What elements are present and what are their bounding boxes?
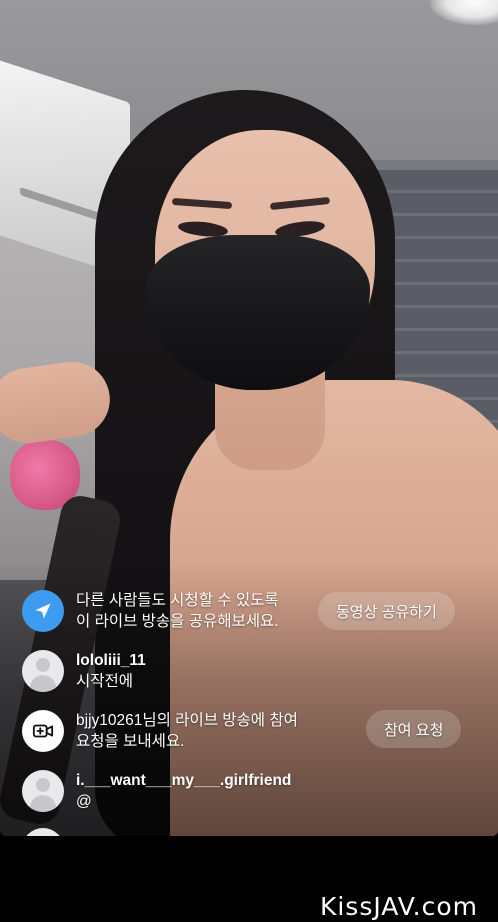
default-avatar-icon[interactable]: [22, 828, 64, 836]
comment-username[interactable]: lololiii_11: [76, 650, 146, 671]
live-comments-list[interactable]: 다른 사람들도 시청할 수 있도록 이 라이브 방송을 공유해보세요. 동영상 …: [0, 580, 498, 836]
join-request-button[interactable]: 참여 요청: [366, 710, 462, 748]
video-call-add-icon: [22, 710, 64, 752]
comment-text: 시작전에: [76, 673, 134, 690]
comment-username[interactable]: i.___want___my___.girlfriend: [76, 770, 291, 791]
join-request-line-1: bjjy10261님의 라이브 방송에 참여: [76, 712, 298, 729]
share-prompt-line-2: 이 라이브 방송을 공유해보세요.: [76, 613, 279, 630]
default-avatar-icon[interactable]: [22, 770, 64, 812]
send-icon: [22, 590, 64, 632]
share-prompt-line-1: 다른 사람들도 시청할 수 있도록: [76, 592, 279, 609]
share-video-button[interactable]: 동영상 공유하기: [318, 592, 455, 630]
live-video-frame: 다른 사람들도 시청할 수 있도록 이 라이브 방송을 공유해보세요. 동영상 …: [0, 0, 498, 836]
watermark-text: KissJAV.com: [319, 892, 478, 921]
join-request-line-2: 요청을 보내세요.: [76, 733, 185, 750]
default-avatar-icon[interactable]: [22, 650, 64, 692]
comment-text: @: [76, 793, 92, 810]
